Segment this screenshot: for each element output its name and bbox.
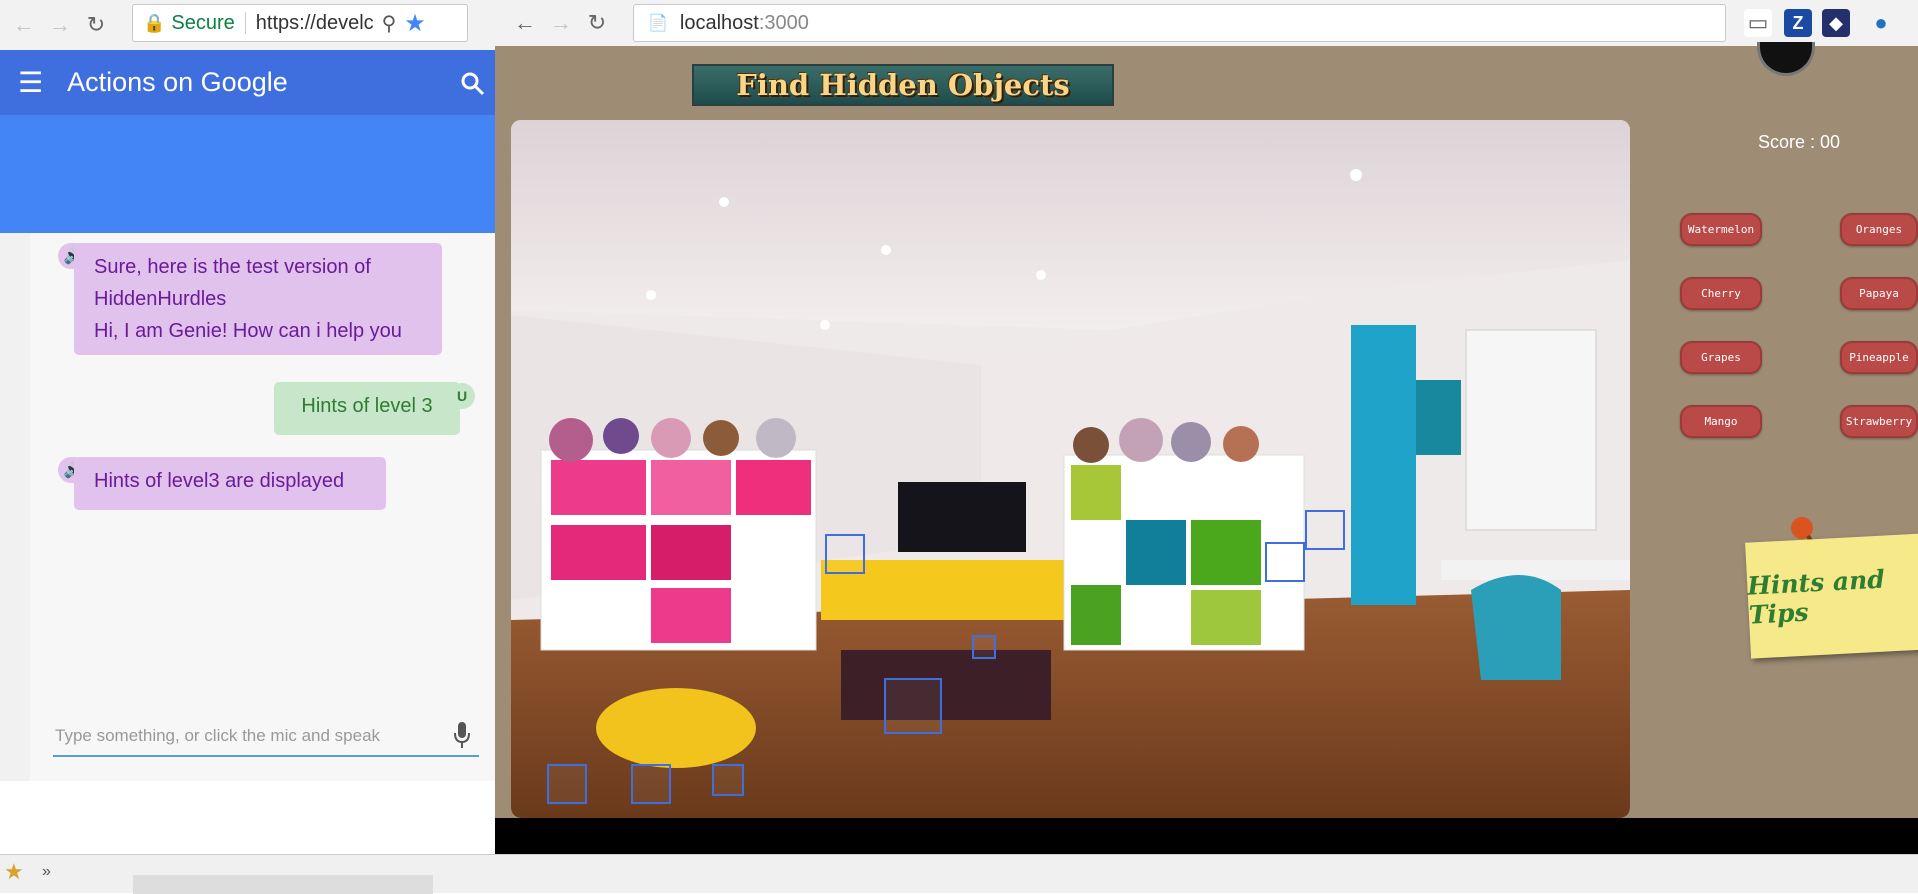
- fruit-grapes-button[interactable]: Grapes: [1680, 341, 1762, 374]
- forward-icon[interactable]: →: [543, 5, 579, 41]
- lock-icon: 🔒: [143, 12, 166, 33]
- menu-icon[interactable]: ☰: [18, 66, 43, 99]
- game-scene[interactable]: [511, 120, 1630, 818]
- hints-label: Hints and Tips: [1746, 564, 1886, 630]
- message-line: Sure, here is the test version of: [94, 256, 371, 278]
- fruit-cherry-button[interactable]: Cherry: [1680, 277, 1762, 310]
- reload-icon[interactable]: ↻: [78, 7, 114, 43]
- hidden-object-box[interactable]: [825, 534, 865, 574]
- game-title: Find Hidden Objects: [692, 64, 1114, 106]
- fruit-strawberry-button[interactable]: Strawberry: [1840, 405, 1918, 438]
- zoom-icon[interactable]: ⚲: [382, 11, 397, 36]
- fruit-mango-button[interactable]: Mango: [1680, 405, 1762, 438]
- left-address-bar[interactable]: 🔒 Secure https://develc ⚲ ★: [132, 4, 468, 42]
- genie-message: Sure, here is the test version of Hidden…: [74, 243, 442, 355]
- page-title: Actions on Google: [67, 67, 288, 97]
- user-message: Hints of level 3: [274, 382, 460, 435]
- hidden-object-box[interactable]: [547, 764, 587, 804]
- extension-icon[interactable]: ◆: [1822, 9, 1850, 37]
- left-url: https://develc: [255, 11, 374, 34]
- message-line: Hi, I am Genie! How can i help you: [94, 320, 402, 342]
- score-display: Score : 00: [1758, 132, 1841, 152]
- z-extension-icon[interactable]: Z: [1784, 9, 1812, 37]
- user-extension-icon[interactable]: ●: [1867, 9, 1895, 37]
- divider: [244, 12, 246, 34]
- chat-input[interactable]: Type something, or click the mic and spe…: [53, 717, 479, 757]
- hidden-object-box[interactable]: [631, 764, 671, 804]
- aog-header: ☰ Actions on Google: [0, 50, 495, 115]
- host: localhost: [679, 11, 759, 34]
- hidden-object-box[interactable]: [712, 764, 744, 796]
- star-icon[interactable]: ★: [4, 859, 24, 885]
- hidden-object-box[interactable]: [1265, 542, 1305, 582]
- taskbar: ★ »: [0, 854, 1918, 894]
- chevron-right-icon[interactable]: »: [42, 863, 51, 881]
- fruit-papaya-button[interactable]: Papaya: [1840, 277, 1918, 310]
- mic-icon[interactable]: [453, 721, 471, 749]
- genie-message: Hints of level3 are displayed: [74, 457, 386, 510]
- horizontal-scrollbar[interactable]: [133, 875, 433, 894]
- forward-icon[interactable]: →: [42, 7, 78, 43]
- fruit-watermelon-button[interactable]: Watermelon: [1680, 213, 1762, 246]
- hidden-object-box[interactable]: [884, 678, 942, 734]
- left-browser-toolbar: ← → ↻ 🔒 Secure https://develc ⚲ ★: [0, 0, 495, 50]
- hidden-object-box[interactable]: [1305, 510, 1345, 550]
- fruit-pineapple-button[interactable]: Pineapple: [1840, 341, 1918, 374]
- message-line: HiddenHurdles: [94, 288, 227, 310]
- cast-icon[interactable]: ▭: [1744, 9, 1772, 37]
- secure-label: Secure: [171, 11, 235, 34]
- room-illustration: [511, 120, 1630, 818]
- hints-and-tips-note[interactable]: Hints and Tips: [1745, 533, 1918, 659]
- search-icon[interactable]: [460, 71, 486, 97]
- chat-input-placeholder: Type something, or click the mic and spe…: [55, 726, 381, 745]
- right-address-bar[interactable]: 📄 localhost:3000: [633, 4, 1726, 42]
- back-icon[interactable]: ←: [507, 5, 543, 41]
- right-browser-toolbar: ← → ↻ 📄 localhost:3000 ▭ Z ◆ ●: [495, 0, 1918, 46]
- fruit-oranges-button[interactable]: Oranges: [1840, 213, 1918, 246]
- bookmark-star-icon[interactable]: ★: [404, 9, 426, 38]
- actions-on-google-window: ← → ↻ 🔒 Secure https://develc ⚲ ★ ☰ Acti…: [0, 0, 495, 893]
- hidden-object-box[interactable]: [972, 635, 996, 659]
- page-info-icon: 📄: [648, 15, 668, 32]
- aog-header-band: [0, 115, 495, 233]
- game-footer-bar: [495, 818, 1918, 854]
- left-window-footer: [0, 781, 495, 854]
- reload-icon[interactable]: ↻: [579, 5, 615, 41]
- user-avatar: U: [449, 383, 475, 409]
- back-icon[interactable]: ←: [6, 7, 42, 43]
- port: :3000: [758, 11, 809, 34]
